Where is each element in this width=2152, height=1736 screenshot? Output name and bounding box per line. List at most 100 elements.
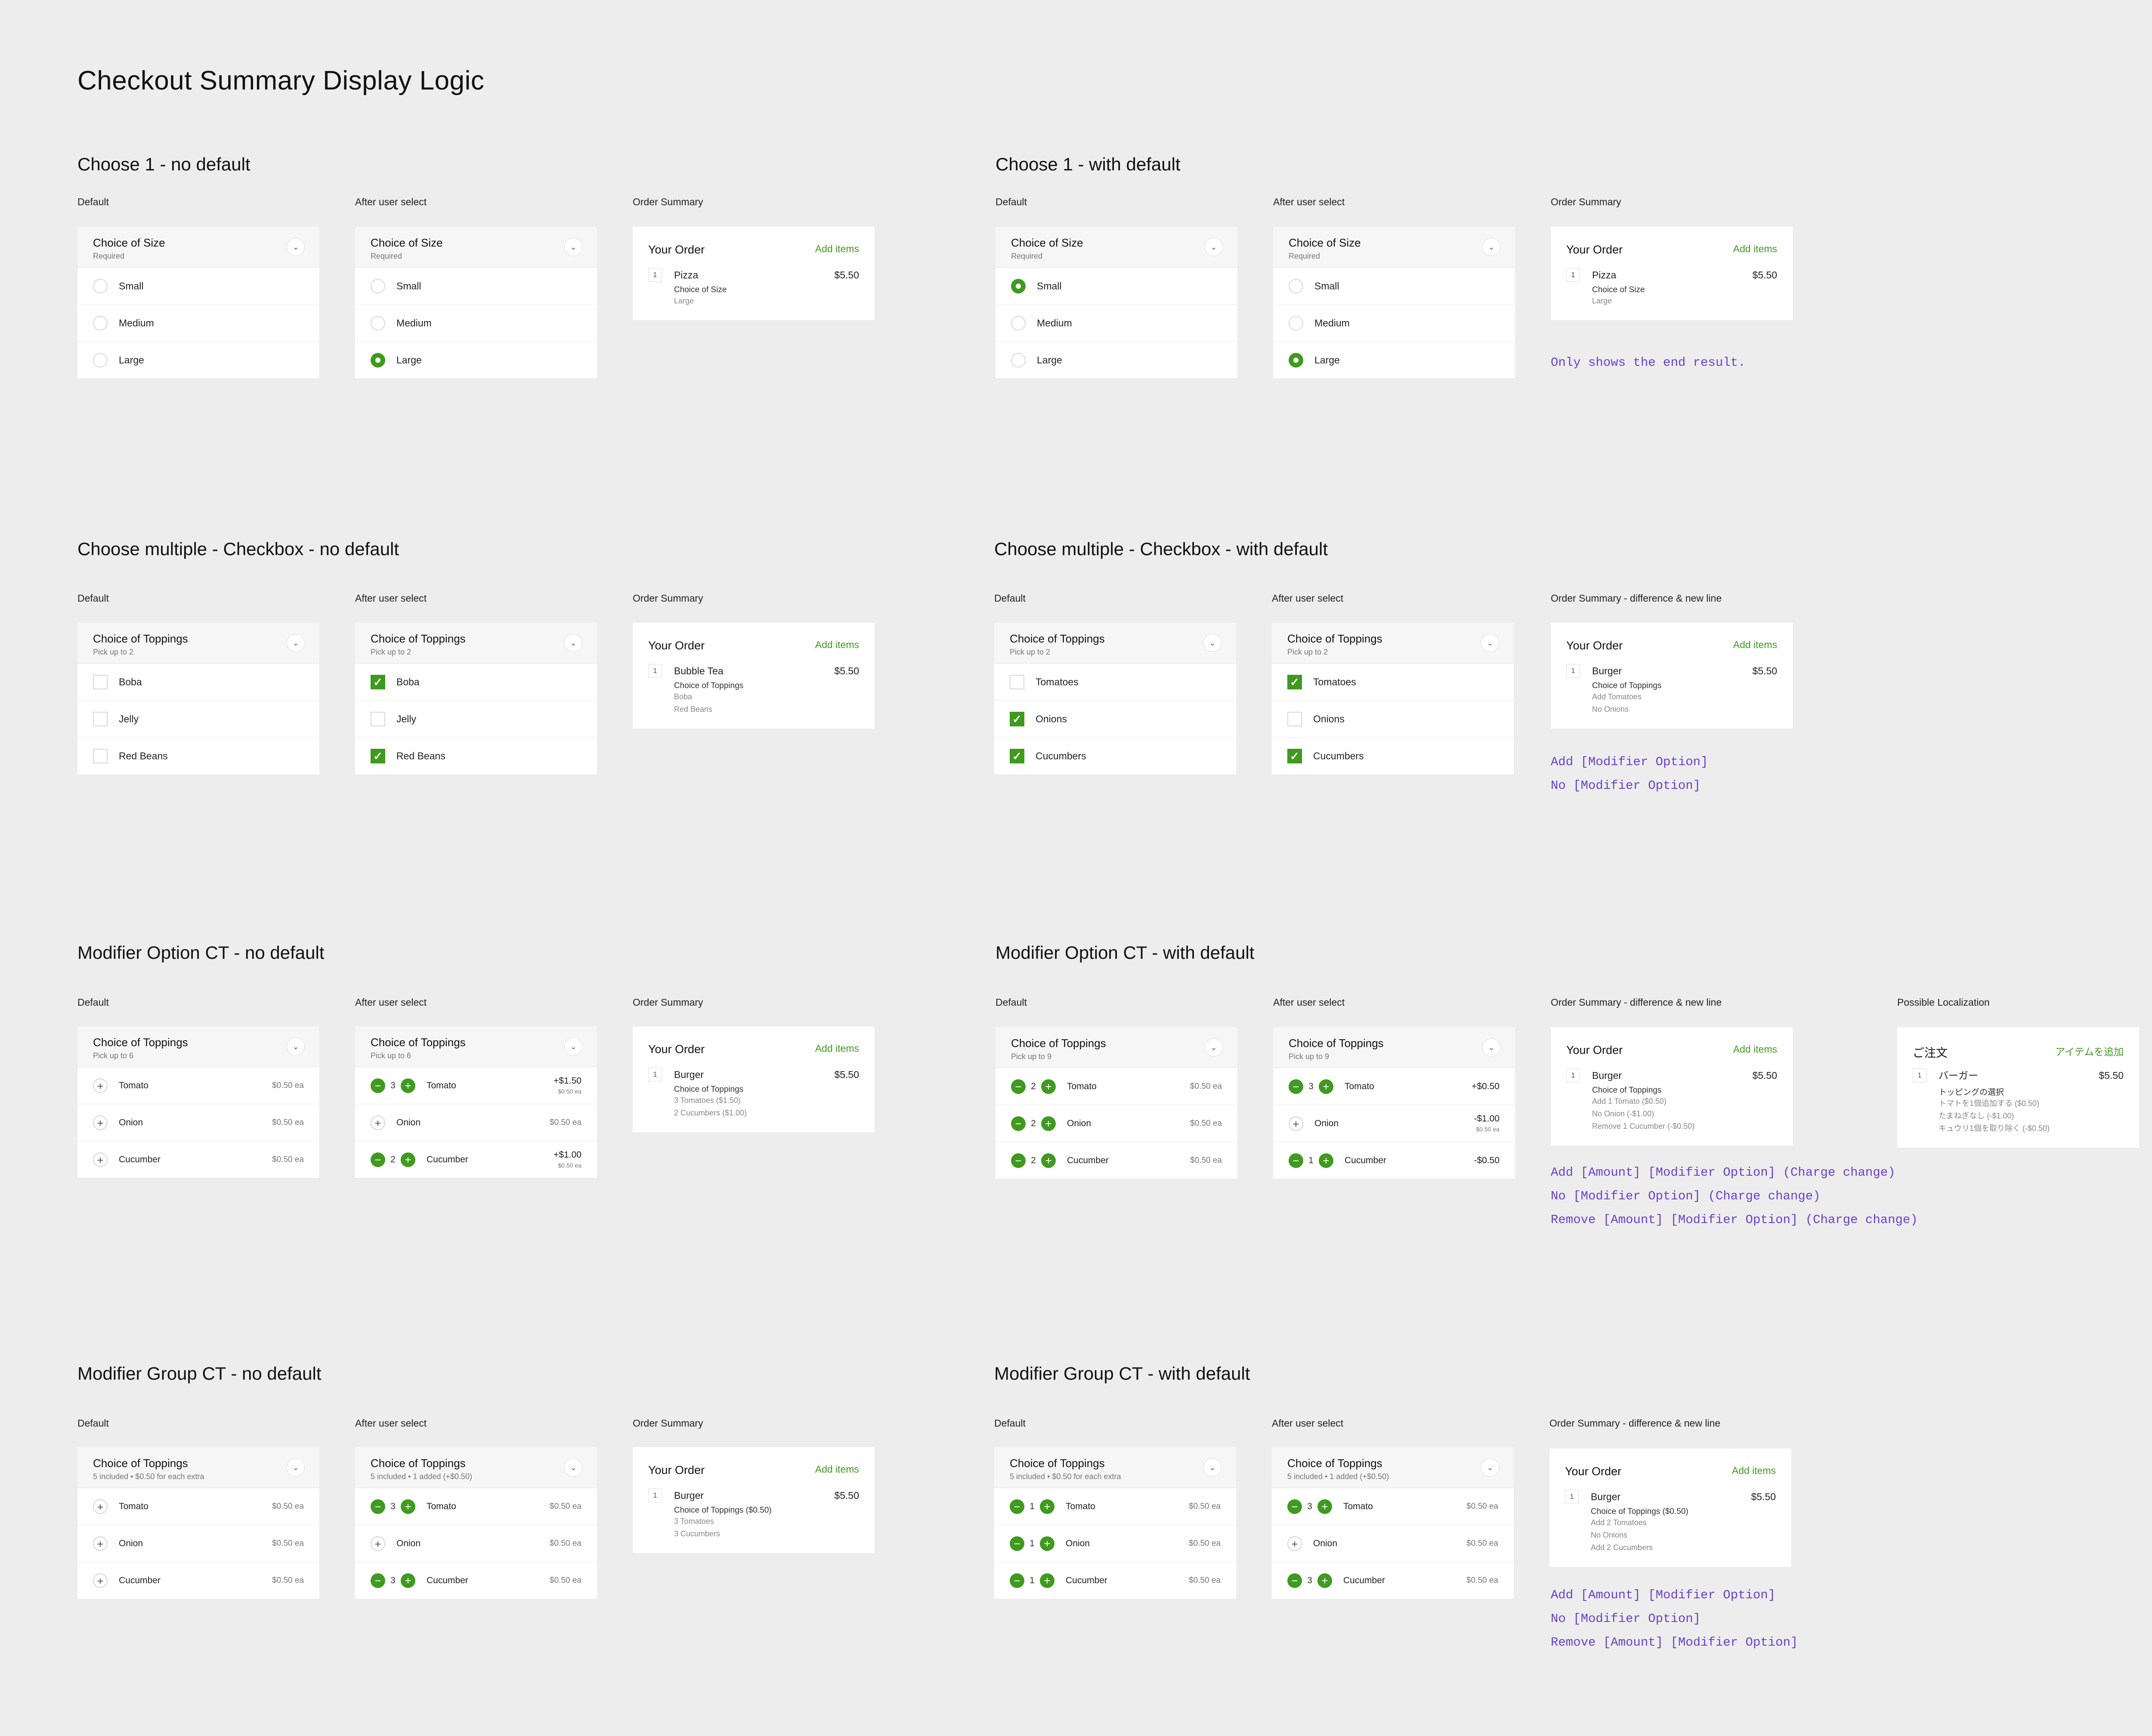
plus-icon[interactable]: + [93,1499,108,1514]
plus-icon[interactable]: + [1319,1153,1333,1168]
checkbox[interactable] [93,674,108,689]
plus-icon[interactable]: + [93,1536,108,1551]
minus-icon[interactable]: − [371,1152,385,1167]
plus-icon[interactable]: + [1040,1499,1054,1514]
option-row[interactable]: Small [355,268,597,305]
radio-button[interactable] [371,315,385,331]
option-row[interactable]: Large [355,342,597,378]
order-line-item[interactable]: 1 バーガー $5.50 トッピングの選択 トマトを1個追加する ($0.50)… [1913,1069,2124,1148]
chevron-down-icon[interactable]: ⌄ [564,238,582,256]
checkbox-checked[interactable]: ✓ [371,748,385,763]
add-items-link[interactable]: Add items [1733,243,1777,255]
order-line-item[interactable]: 1 Burger $5.50 Choice of Toppings ($0.50… [1565,1490,1776,1567]
plus-icon[interactable]: + [401,1152,415,1167]
option-row[interactable]: ✓ Cucumbers [994,738,1236,774]
minus-icon[interactable]: − [1010,1499,1024,1514]
chevron-down-icon[interactable]: ⌄ [287,1458,305,1477]
plus-icon[interactable]: + [93,1573,108,1588]
plus-icon[interactable]: + [1319,1079,1333,1094]
group-header[interactable]: Choice of Toppings Pick up to 2 ⌄ [355,623,597,664]
add-items-link[interactable]: Add items [815,1043,859,1054]
plus-icon[interactable]: + [1317,1573,1332,1588]
plus-icon[interactable]: + [1289,1116,1303,1131]
minus-icon[interactable]: − [1010,1573,1024,1588]
radio-button-selected[interactable] [1289,352,1303,368]
checkbox[interactable] [93,748,108,763]
option-row[interactable]: ✓ Onions [994,701,1236,738]
plus-icon[interactable]: + [401,1573,415,1588]
add-items-link[interactable]: Add items [815,243,859,255]
chevron-down-icon[interactable]: ⌄ [1482,1038,1500,1056]
checkbox-checked[interactable]: ✓ [1010,711,1024,726]
order-line-item[interactable]: 1 Burger $5.50 Choice of Toppings Add 1 … [1566,1069,1777,1146]
radio-button[interactable] [93,278,108,293]
checkbox[interactable] [1287,711,1302,726]
add-items-link[interactable]: Add items [1733,639,1777,651]
minus-icon[interactable]: − [1289,1079,1303,1094]
add-items-link[interactable]: Add items [1732,1465,1776,1477]
option-row[interactable]: ✓ Tomatoes [1272,664,1514,701]
checkbox-checked[interactable]: ✓ [1010,748,1024,763]
minus-icon[interactable]: − [1287,1499,1302,1514]
chevron-down-icon[interactable]: ⌄ [1481,634,1499,652]
checkbox-checked[interactable]: ✓ [1287,748,1302,763]
chevron-down-icon[interactable]: ⌄ [1203,1458,1221,1477]
chevron-down-icon[interactable]: ⌄ [564,1038,582,1056]
minus-icon[interactable]: − [1011,1116,1026,1131]
option-row[interactable]: Jelly [355,701,597,738]
radio-button-selected[interactable] [1011,278,1026,293]
minus-icon[interactable]: − [1287,1573,1302,1588]
group-header[interactable]: Choice of Size Required ⌄ [77,227,319,268]
minus-icon[interactable]: − [371,1573,385,1588]
group-header[interactable]: Choice of Size Required ⌄ [1273,227,1515,268]
minus-icon[interactable]: − [371,1078,385,1093]
minus-icon[interactable]: − [1011,1079,1026,1094]
minus-icon[interactable]: − [1289,1153,1303,1168]
option-row[interactable]: Small [996,268,1237,305]
option-row[interactable]: Jelly [77,701,319,738]
group-header[interactable]: Choice of Size Required ⌄ [996,227,1237,268]
add-items-link[interactable]: アイテムを追加 [2055,1044,2124,1058]
plus-icon[interactable]: + [1287,1536,1302,1551]
radio-button[interactable] [1289,315,1303,331]
radio-button[interactable] [93,352,108,368]
plus-icon[interactable]: + [93,1152,108,1167]
option-row[interactable]: Large [996,342,1237,378]
option-row[interactable]: ✓ Red Beans [355,738,597,774]
chevron-down-icon[interactable]: ⌄ [1203,634,1221,652]
option-row[interactable]: Onions [1272,701,1514,738]
plus-icon[interactable]: + [401,1078,415,1093]
checkbox-checked[interactable]: ✓ [1287,674,1302,689]
option-row[interactable]: Medium [1273,305,1515,342]
radio-button[interactable] [1289,278,1303,293]
chevron-down-icon[interactable]: ⌄ [287,1038,305,1056]
group-header[interactable]: Choice of Toppings 5 included • $0.50 fo… [994,1447,1236,1488]
chevron-down-icon[interactable]: ⌄ [1481,1458,1499,1477]
order-line-item[interactable]: 1 Pizza $5.50 Choice of Size Large [1566,268,1777,320]
order-line-item[interactable]: 1 Pizza $5.50 Choice of Size Large [648,268,859,320]
checkbox-checked[interactable]: ✓ [371,674,385,689]
option-row[interactable]: Large [1273,342,1515,378]
checkbox[interactable] [371,711,385,726]
chevron-down-icon[interactable]: ⌄ [287,634,305,652]
chevron-down-icon[interactable]: ⌄ [1205,1038,1223,1056]
option-row[interactable]: Medium [996,305,1237,342]
minus-icon[interactable]: − [1011,1153,1026,1168]
radio-button[interactable] [1011,315,1026,331]
plus-icon[interactable]: + [93,1115,108,1130]
option-row[interactable]: ✓ Boba [355,664,597,701]
order-line-item[interactable]: 1 Burger $5.50 Choice of Toppings ($0.50… [648,1489,859,1553]
plus-icon[interactable]: + [371,1536,385,1551]
option-row[interactable]: Small [77,268,319,305]
chevron-down-icon[interactable]: ⌄ [564,1458,582,1477]
order-line-item[interactable]: 1 Bubble Tea $5.50 Choice of Toppings Bo… [648,664,859,729]
option-row[interactable]: Small [1273,268,1515,305]
order-line-item[interactable]: 1 Burger $5.50 Choice of Toppings Add To… [1566,664,1777,729]
chevron-down-icon[interactable]: ⌄ [287,238,305,256]
plus-icon[interactable]: + [371,1115,385,1130]
group-header[interactable]: Choice of Toppings 5 included • $0.50 fo… [77,1447,319,1488]
chevron-down-icon[interactable]: ⌄ [564,634,582,652]
option-row[interactable]: Boba [77,664,319,701]
option-row[interactable]: Large [77,342,319,378]
chevron-down-icon[interactable]: ⌄ [1205,238,1223,256]
